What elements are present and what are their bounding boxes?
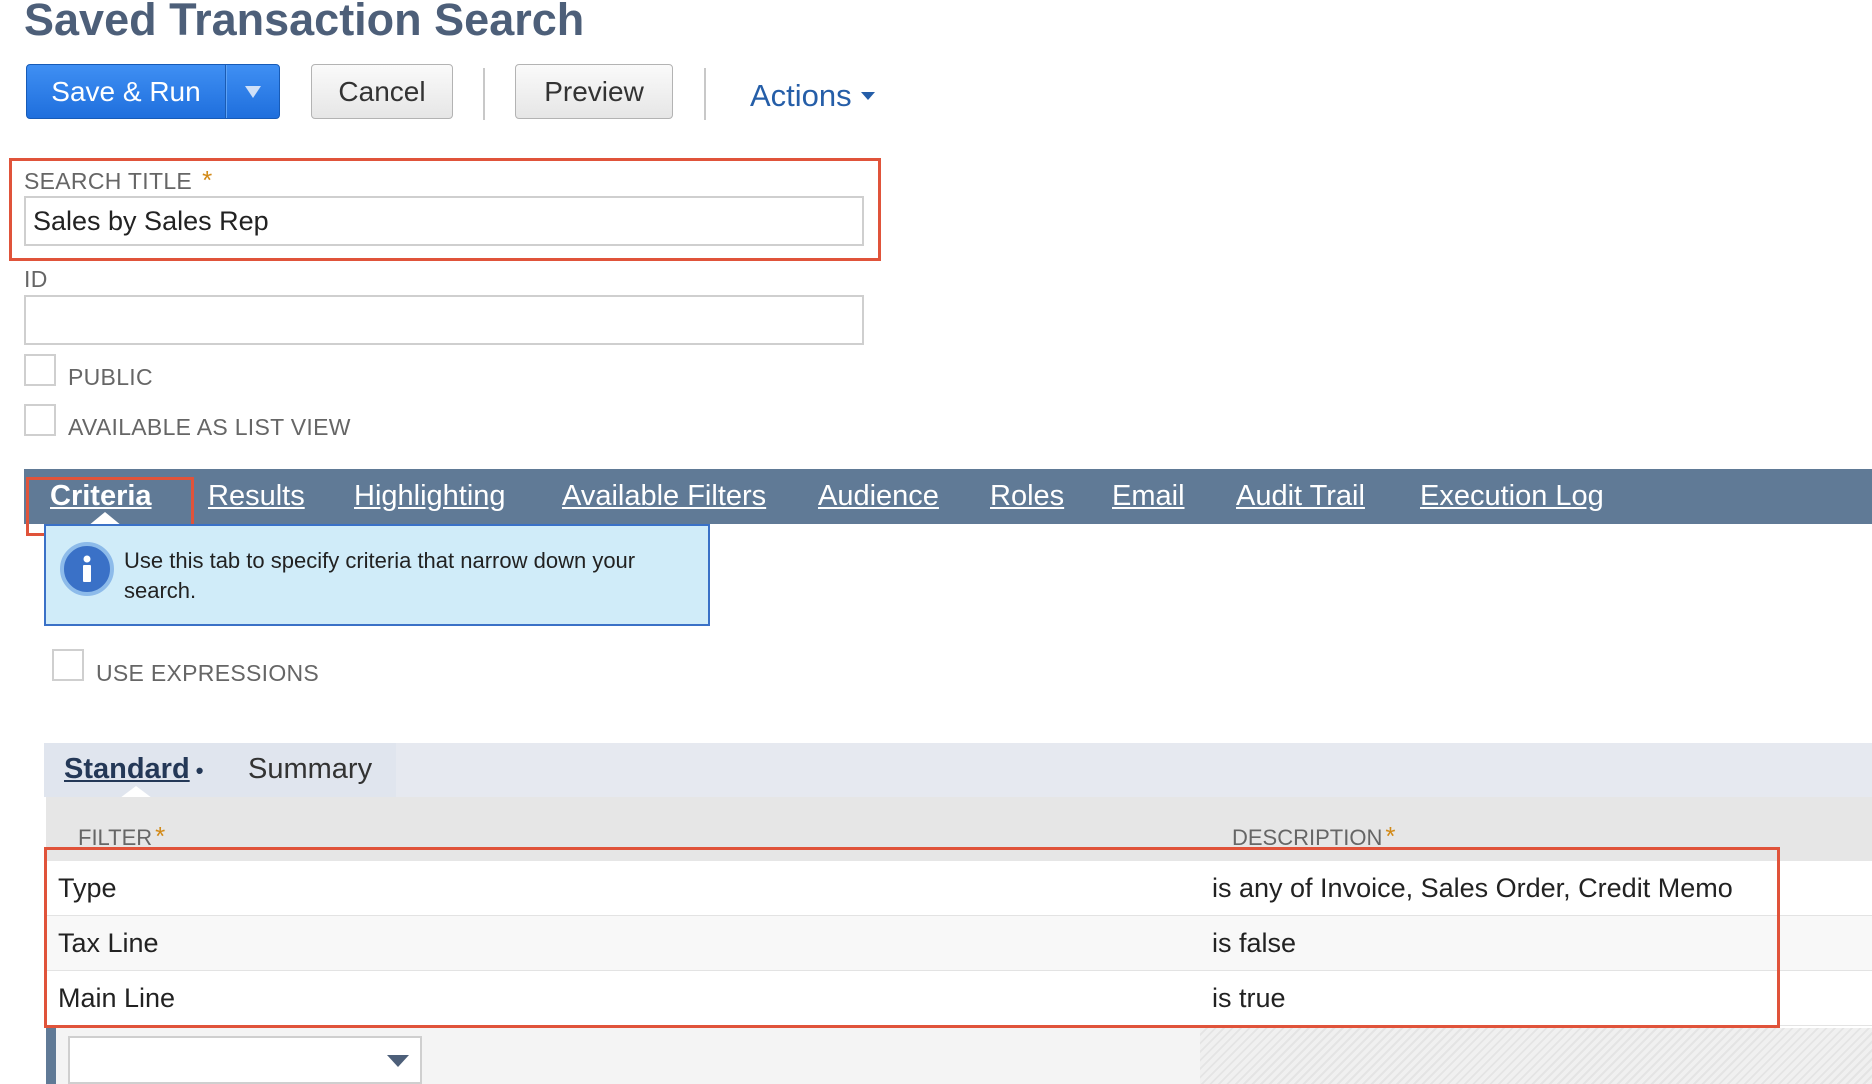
chevron-down-icon	[387, 1055, 409, 1067]
tab-audience[interactable]: Audience	[818, 469, 939, 524]
tab-roles[interactable]: Roles	[990, 469, 1064, 524]
actions-label[interactable]: Actions	[750, 78, 852, 114]
tab-available-filters[interactable]: Available Filters	[562, 469, 766, 524]
tab-execution-log[interactable]: Execution Log	[1420, 469, 1604, 524]
list-view-checkbox[interactable]	[24, 404, 56, 436]
subtab-summary[interactable]: Summary	[248, 753, 372, 786]
actions-menu[interactable]: Actions	[750, 78, 876, 114]
new-filter-row	[46, 1028, 1872, 1084]
save-and-run-label[interactable]: Save & Run	[27, 65, 226, 118]
use-expressions-checkbox[interactable]	[52, 649, 84, 681]
preview-button[interactable]: Preview	[515, 64, 673, 119]
criteria-rows-highlight	[44, 847, 1780, 1028]
criteria-subtab-bar: Standard • Summary	[44, 743, 1872, 797]
tab-results[interactable]: Results	[208, 469, 305, 524]
info-box: Use this tab to specify criteria that na…	[44, 524, 710, 626]
id-label: ID	[24, 266, 48, 292]
required-marker: *	[202, 165, 213, 195]
toolbar-divider	[704, 68, 706, 120]
info-text: Use this tab to specify criteria that na…	[124, 548, 636, 603]
page-title: Saved Transaction Search	[24, 0, 585, 45]
tab-highlighting[interactable]: Highlighting	[354, 469, 506, 524]
toolbar-divider	[483, 68, 485, 120]
search-title-label: SEARCH TITLE *	[24, 165, 213, 195]
tab-audit-trail[interactable]: Audit Trail	[1236, 469, 1365, 524]
tab-bar: Criteria Results Highlighting Available …	[24, 469, 1872, 524]
chevron-down-icon	[245, 85, 261, 98]
info-icon	[60, 542, 114, 596]
use-expressions-label: USE EXPRESSIONS	[96, 660, 320, 686]
cancel-button[interactable]: Cancel	[311, 64, 453, 119]
id-input[interactable]	[24, 295, 864, 345]
tab-email[interactable]: Email	[1112, 469, 1185, 524]
caret-down-icon	[860, 92, 875, 100]
save-options-dropdown[interactable]	[226, 65, 279, 118]
search-title-input[interactable]: Sales by Sales Rep	[24, 196, 864, 246]
save-and-run-button[interactable]: Save & Run	[26, 64, 280, 119]
filter-select[interactable]	[68, 1036, 422, 1084]
subtab-standard[interactable]: Standard •	[64, 753, 203, 786]
list-view-label: AVAILABLE AS LIST VIEW	[68, 414, 351, 440]
public-checkbox[interactable]	[24, 354, 56, 386]
public-label: PUBLIC	[68, 364, 153, 390]
